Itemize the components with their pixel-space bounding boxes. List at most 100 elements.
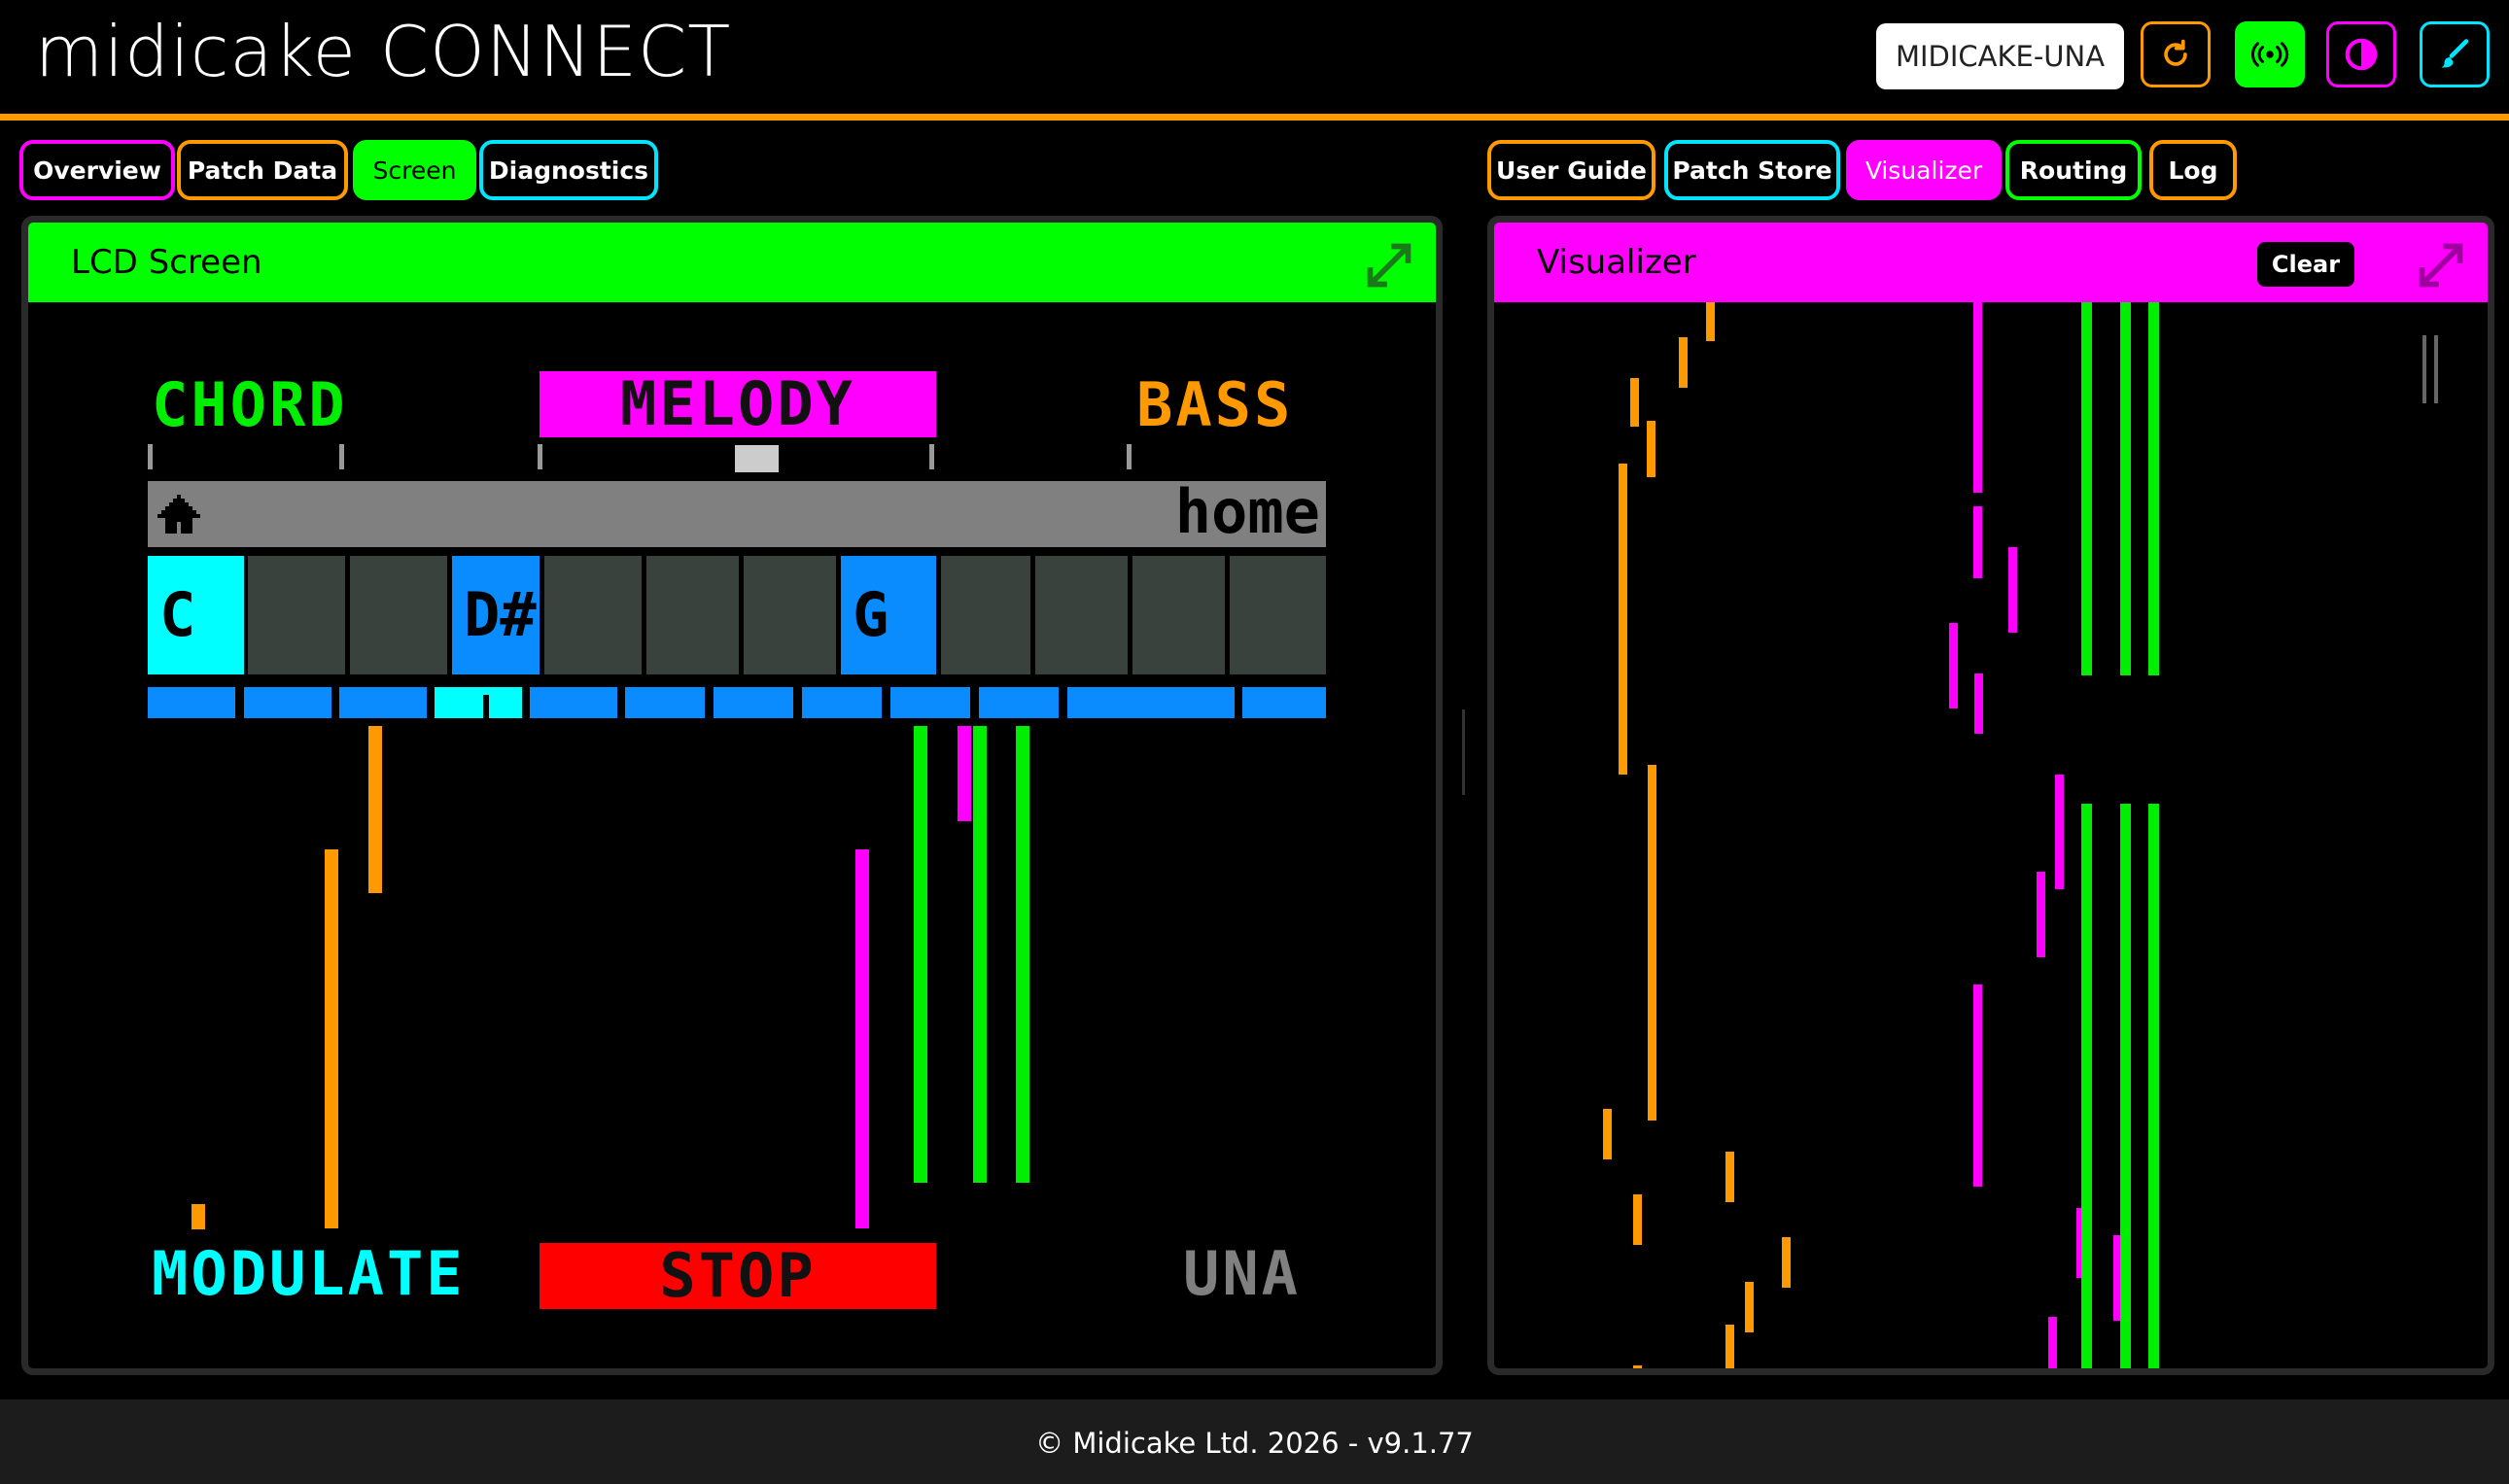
- step-segment: [339, 687, 427, 718]
- step-segment: [890, 687, 970, 718]
- house-icon: [157, 495, 200, 534]
- key-cell[interactable]: D#: [452, 556, 540, 674]
- note-bar: [973, 726, 987, 1183]
- visualizer-note-bar: [1619, 464, 1627, 775]
- visualizer-panel: Visualizer Clear: [1487, 216, 2494, 1375]
- step-segment: [802, 687, 882, 718]
- key-row: C D# G: [148, 556, 1326, 674]
- visualizer-note-bar: [1706, 302, 1715, 341]
- tab-user-guide[interactable]: User Guide: [1487, 140, 1655, 200]
- mode-melody-label[interactable]: MELODY: [540, 371, 936, 437]
- position-marker: [735, 445, 779, 472]
- expand-icon[interactable]: [1364, 240, 1414, 291]
- step-segment: [530, 687, 617, 718]
- step-segment: [625, 687, 705, 718]
- theme-toggle-button[interactable]: [2326, 21, 2396, 87]
- tab-log[interactable]: Log: [2149, 140, 2237, 200]
- note-bar: [368, 726, 382, 893]
- refresh-icon: [2164, 39, 2187, 66]
- key-cell[interactable]: [744, 556, 836, 674]
- step-segment: [714, 687, 793, 718]
- visualizer-note-bar: [2081, 302, 2092, 675]
- refresh-button[interactable]: [2141, 21, 2211, 87]
- connection-button[interactable]: [2235, 21, 2305, 87]
- visualizer-note-bar: [1782, 1237, 1791, 1288]
- tab-screen[interactable]: Screen: [353, 140, 476, 200]
- visualizer-note-bar: [2048, 1317, 2057, 1368]
- note-bar: [325, 849, 338, 1228]
- broadcast-icon: [2250, 42, 2289, 67]
- visualizer-note-bar: [1949, 623, 1958, 708]
- step-segment: [244, 687, 331, 718]
- visualizer-note-bar: [1973, 506, 1982, 578]
- tick-mark: [148, 444, 153, 469]
- header-divider: [0, 114, 2509, 121]
- tab-overview[interactable]: Overview: [19, 140, 175, 200]
- key-cell[interactable]: [1133, 556, 1225, 674]
- brush-icon: [2441, 39, 2469, 68]
- visualizer-note-bar: [1973, 302, 1982, 493]
- key-cell[interactable]: [1035, 556, 1128, 674]
- key-cell[interactable]: [941, 556, 1030, 674]
- visualizer-note-bar: [2120, 302, 2131, 675]
- key-cell[interactable]: [1230, 556, 1326, 674]
- tab-patch-data[interactable]: Patch Data: [177, 140, 348, 200]
- menu-bar[interactable]: home: [148, 477, 1326, 547]
- visualizer-note-bar: [1630, 378, 1639, 427]
- key-cell[interactable]: C: [148, 556, 244, 674]
- panel-resize-handle[interactable]: [1462, 709, 1465, 795]
- note-bar: [914, 726, 927, 1183]
- visualizer-note-bar: [2081, 804, 2092, 1368]
- visualizer-note-bar: [2008, 547, 2017, 633]
- stop-button[interactable]: STOP: [540, 1243, 936, 1309]
- key-cell[interactable]: [544, 556, 642, 674]
- step-segment: [1067, 687, 1235, 718]
- contrast-icon: [2345, 38, 2378, 71]
- visualizer-note-bar: [2148, 804, 2159, 1368]
- preset-label: UNA: [1183, 1238, 1301, 1309]
- tab-visualizer[interactable]: Visualizer: [1846, 140, 2002, 200]
- step-segment: [979, 687, 1059, 718]
- visualizer-note-bar: [1725, 1152, 1734, 1202]
- visualizer-note-bar: [2055, 775, 2064, 889]
- modulate-label[interactable]: MODULATE: [152, 1235, 466, 1313]
- app-title: midicake CONNECT: [35, 11, 732, 92]
- tick-mark: [1127, 444, 1132, 469]
- expand-icon[interactable]: [2416, 240, 2466, 291]
- key-cell[interactable]: G: [841, 556, 936, 674]
- footer-copyright: © Midicake Ltd. 2026 - v9.1.77: [1035, 1427, 1474, 1460]
- customize-button[interactable]: [2420, 21, 2490, 87]
- visualizer-canvas: [1494, 302, 2488, 1368]
- visualizer-note-bar: [1647, 421, 1655, 477]
- lcd-panel-header: LCD Screen: [28, 223, 1436, 302]
- lcd-screen-panel: LCD Screen CHORD MELODY BASS home C D# G M…: [21, 216, 1443, 1375]
- key-cell[interactable]: [248, 556, 345, 674]
- visualizer-note-bar: [1973, 984, 1982, 1187]
- tick-mark: [929, 444, 934, 469]
- clear-button[interactable]: Clear: [2257, 242, 2354, 287]
- device-name-display[interactable]: MIDICAKE-UNA: [1876, 23, 2124, 89]
- visualizer-note-bar: [1603, 1109, 1612, 1159]
- mode-chord-label[interactable]: CHORD: [152, 366, 348, 444]
- tab-routing[interactable]: Routing: [2005, 140, 2142, 200]
- key-cell[interactable]: [350, 556, 447, 674]
- visualizer-note-bar: [1679, 337, 1688, 388]
- visualizer-panel-title: Visualizer: [1537, 243, 1696, 282]
- note-bar: [855, 849, 869, 1228]
- visualizer-note-bar: [1633, 1194, 1642, 1245]
- visualizer-note-bar: [2120, 804, 2131, 1368]
- tab-diagnostics[interactable]: Diagnostics: [479, 140, 658, 200]
- visualizer-note-bar: [2037, 872, 2045, 957]
- key-cell[interactable]: [646, 556, 739, 674]
- tick-mark: [339, 444, 344, 469]
- tab-patch-store[interactable]: Patch Store: [1664, 140, 1840, 200]
- mode-bass-label[interactable]: BASS: [1136, 366, 1293, 444]
- note-bar: [192, 1204, 205, 1229]
- tick-mark: [538, 444, 542, 469]
- menu-label: home: [1174, 476, 1320, 547]
- step-segment: [435, 687, 522, 718]
- note-bar: [958, 726, 971, 821]
- visualizer-note-bar: [1725, 1325, 1734, 1368]
- step-segment: [148, 687, 235, 718]
- visualizer-note-bar: [1648, 765, 1656, 1121]
